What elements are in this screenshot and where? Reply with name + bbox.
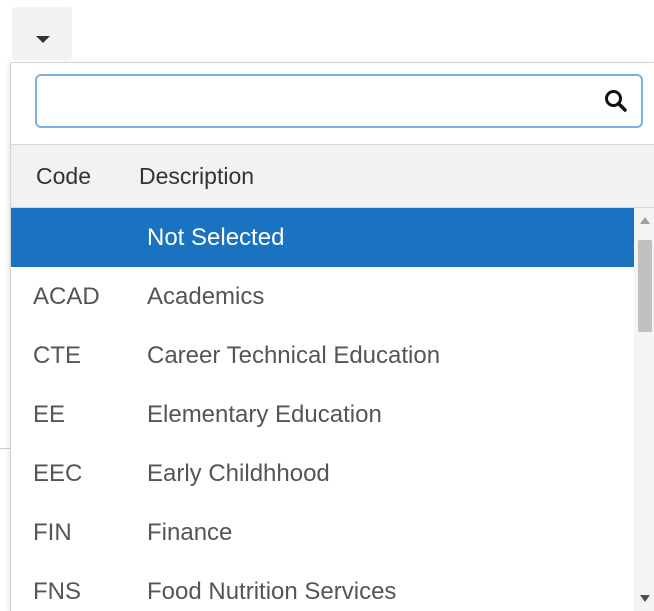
option-row-fns[interactable]: FNS Food Nutrition Services bbox=[11, 562, 634, 611]
option-row-eec[interactable]: EEC Early Childhhood bbox=[11, 444, 634, 503]
option-row-not-selected[interactable]: Not Selected bbox=[11, 208, 634, 267]
option-code: EE bbox=[33, 401, 66, 428]
option-row-cte[interactable]: CTE Career Technical Education bbox=[11, 326, 634, 385]
option-description: Career Technical Education bbox=[147, 342, 441, 369]
option-code: FNS bbox=[33, 578, 81, 605]
option-code: CTE bbox=[33, 342, 81, 369]
background-divider bbox=[0, 448, 10, 449]
option-description: Academics bbox=[147, 283, 265, 310]
option-row-fin[interactable]: FIN Finance bbox=[11, 503, 634, 562]
option-description: Elementary Education bbox=[147, 401, 382, 428]
option-list: Not Selected ACAD Academics CTE Career T… bbox=[11, 208, 634, 611]
column-header-code: Code bbox=[36, 163, 91, 189]
search-input[interactable] bbox=[47, 84, 581, 120]
scroll-down-arrow-icon[interactable] bbox=[640, 595, 650, 602]
column-header-row: Code Description bbox=[11, 144, 654, 208]
option-list-scrollbar[interactable] bbox=[634, 208, 654, 611]
option-description: Early Childhhood bbox=[147, 460, 330, 487]
column-header-description: Description bbox=[139, 163, 255, 189]
dropdown-toggle-button[interactable] bbox=[12, 7, 72, 60]
option-description: Not Selected bbox=[147, 224, 285, 251]
search-icon[interactable] bbox=[603, 88, 629, 114]
option-description: Finance bbox=[147, 519, 233, 546]
search-box bbox=[35, 74, 643, 128]
option-description: Food Nutrition Services bbox=[147, 578, 397, 605]
scroll-up-arrow-icon[interactable] bbox=[640, 217, 650, 224]
option-code: EEC bbox=[33, 460, 83, 487]
scrollbar-thumb[interactable] bbox=[638, 240, 652, 332]
dropdown-panel: Code Description Not Selected ACAD Acade… bbox=[10, 62, 654, 611]
option-code: ACAD bbox=[33, 283, 100, 310]
page: Code Description Not Selected ACAD Acade… bbox=[0, 0, 654, 611]
caret-down-icon bbox=[36, 36, 50, 43]
option-row-acad[interactable]: ACAD Academics bbox=[11, 267, 634, 326]
option-row-ee[interactable]: EE Elementary Education bbox=[11, 385, 634, 444]
option-code: FIN bbox=[33, 519, 72, 546]
background-fragment bbox=[0, 458, 10, 482]
